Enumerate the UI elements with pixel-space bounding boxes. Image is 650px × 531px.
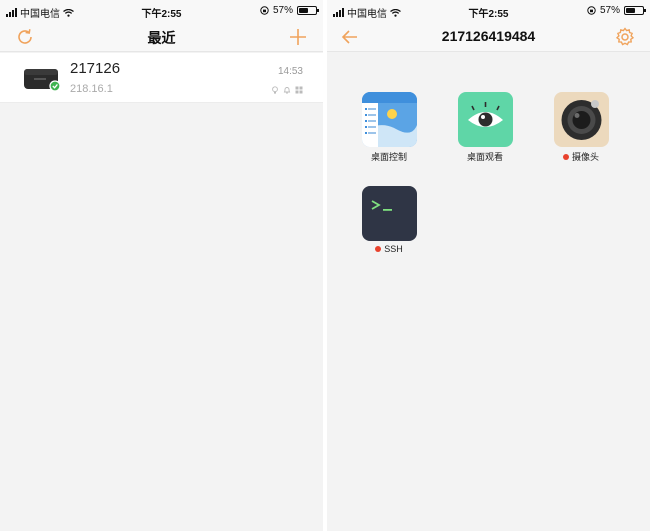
app-label: SSH: [359, 244, 419, 254]
terminal-icon: [361, 186, 417, 241]
device-screen: 中国电信 下午2:55 57% 217126419484 桌面控制 桌面观看 摄…: [327, 0, 650, 531]
desktop-view-eye-icon: [457, 92, 513, 147]
app-label: 桌面观看: [466, 152, 503, 162]
bell-icon: [283, 87, 291, 94]
status-bar: 中国电信 下午2:55 57%: [327, 0, 650, 22]
device-id-title: 217126419484: [441, 28, 536, 44]
device-ip: 218.16.1: [70, 83, 113, 95]
orientation-lock-icon: [587, 6, 596, 15]
app-label: 摄像头: [551, 150, 611, 163]
plus-icon[interactable]: [287, 26, 309, 48]
recent-device-item[interactable]: 217126 218.16.1 14:53: [0, 53, 323, 103]
battery-percent: 57%: [272, 5, 293, 16]
battery-icon: [297, 6, 319, 15]
recent-screen: 中国电信 下午2:55 57% 最近 217126 218.16.1 14:53: [0, 0, 323, 531]
orientation-lock-icon: [260, 6, 269, 15]
device-name: 217126: [70, 60, 121, 77]
battery-percent: 57%: [599, 5, 620, 16]
app-desktop-control[interactable]: 桌面控制: [359, 92, 419, 163]
camera-icon: [553, 92, 609, 147]
device-box-icon: [24, 69, 61, 92]
app-ssh[interactable]: SSH: [359, 186, 419, 254]
battery-icon: [624, 6, 646, 15]
desktop-control-icon: [361, 92, 417, 147]
nav-bar: 217126419484: [327, 22, 650, 52]
gear-icon[interactable]: [614, 26, 636, 48]
app-desktop-view[interactable]: 桌面观看: [455, 92, 515, 163]
status-dot: [562, 153, 569, 160]
app-label: 桌面控制: [370, 152, 407, 162]
nav-bar: 最近: [0, 22, 323, 52]
page-title: 最近: [147, 30, 176, 46]
status-bar: 中国电信 下午2:55 57%: [0, 0, 323, 22]
windows-icon: [295, 86, 303, 94]
app-camera[interactable]: 摄像头: [551, 92, 611, 163]
status-dot: [375, 246, 382, 252]
device-last-time: 14:53: [277, 66, 303, 77]
bulb-icon: [272, 86, 278, 94]
